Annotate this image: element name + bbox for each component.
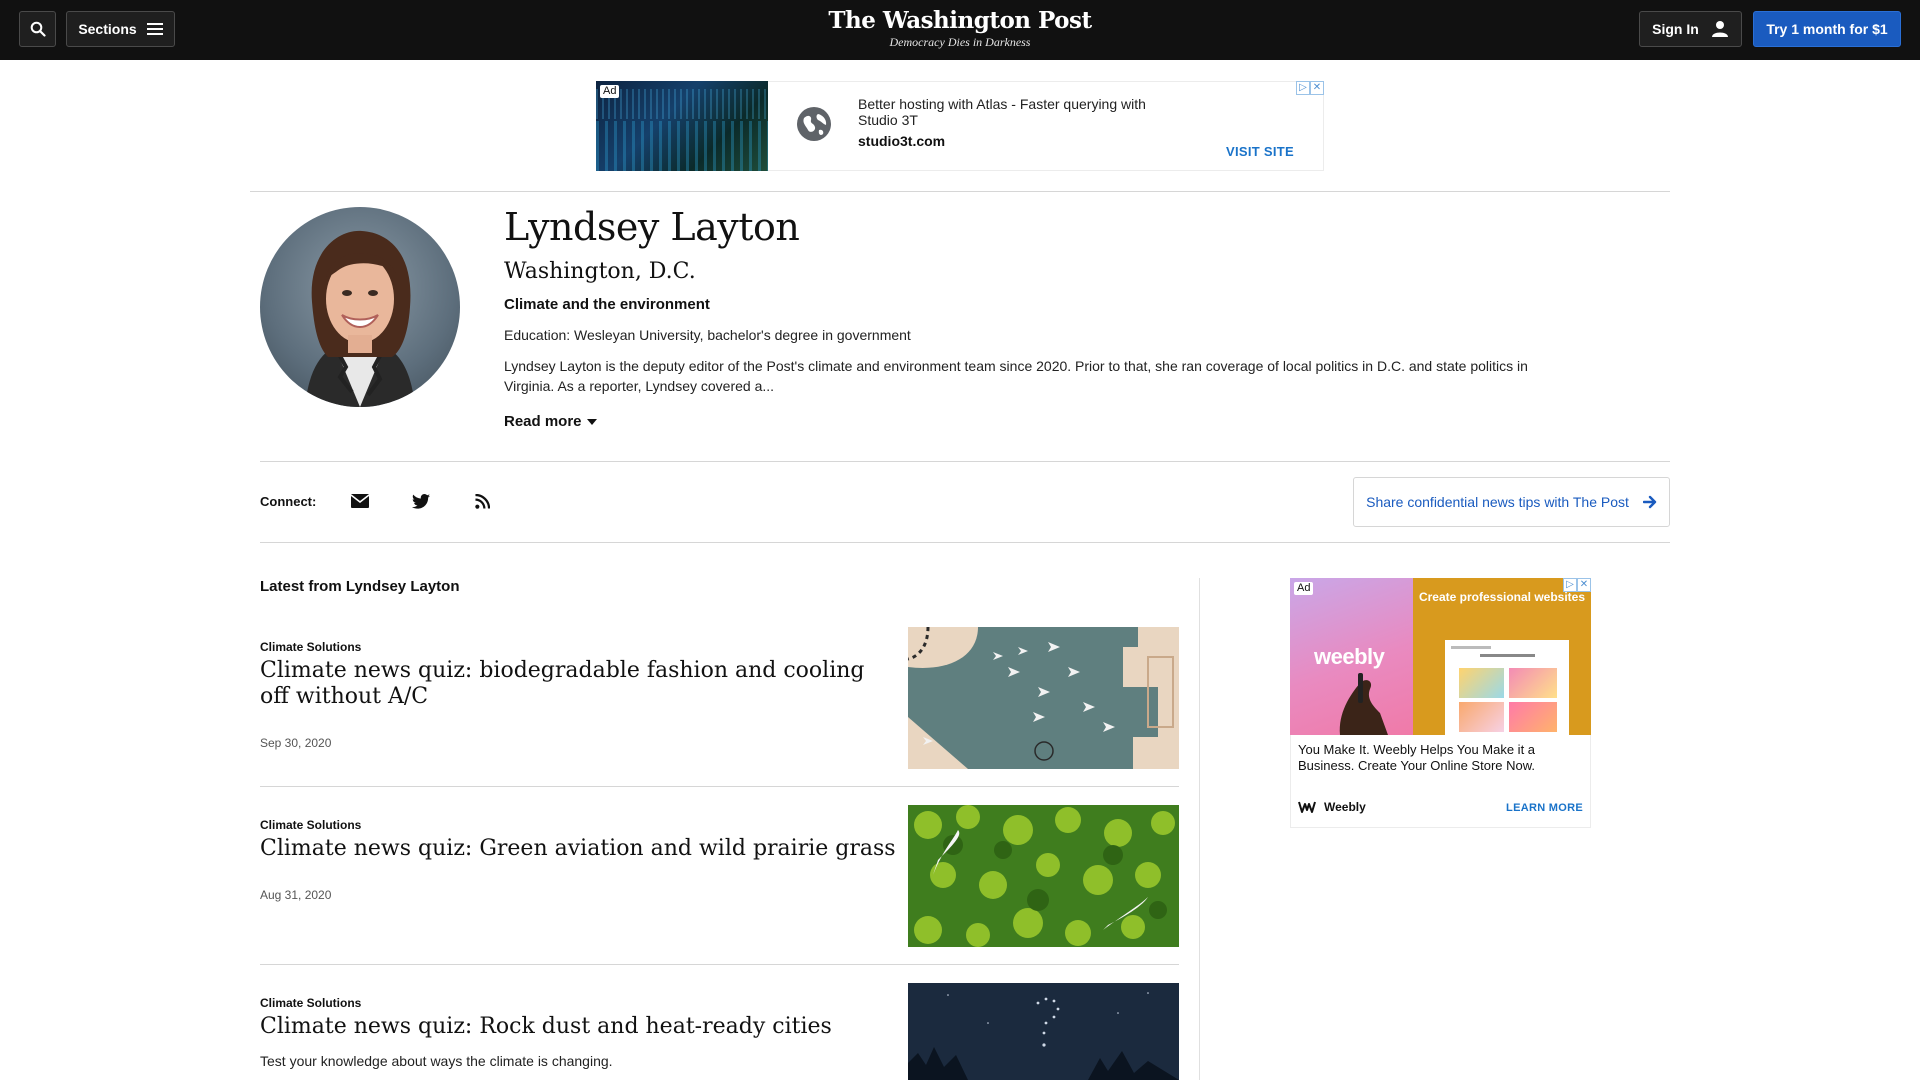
article-card[interactable]: Climate Solutions Climate news quiz: Roc… — [260, 983, 1179, 1080]
article-title[interactable]: Climate news quiz: Green aviation and wi… — [260, 836, 900, 862]
author-location: Washington, D.C. — [504, 259, 696, 284]
weebly-logo-icon — [1298, 801, 1316, 813]
article-card[interactable]: Climate Solutions Climate news quiz: Gre… — [260, 805, 1179, 964]
logo-title: The Washington Post — [828, 7, 1092, 34]
article-thumbnail[interactable] — [908, 983, 1179, 1080]
caret-down-icon — [586, 418, 597, 425]
article-card[interactable]: Climate Solutions Climate news quiz: bio… — [260, 627, 1179, 786]
news-tips-button[interactable]: Share confidential news tips with The Po… — [1353, 477, 1670, 527]
article-kicker[interactable]: Climate Solutions — [260, 996, 361, 1010]
weebly-wordmark: weebly — [1314, 644, 1385, 669]
adchoices-controls[interactable]: ▷ ✕ — [1563, 578, 1591, 592]
ad-headline: Better hosting with Atlas - Faster query… — [858, 96, 1146, 128]
email-icon — [351, 494, 369, 508]
subscribe-button[interactable]: Try 1 month for $1 — [1753, 11, 1901, 47]
rss-icon — [474, 493, 490, 509]
article-description: Test your knowledge about ways the clima… — [260, 1053, 613, 1069]
author-name: Lyndsey Layton — [504, 205, 800, 249]
close-ad-icon[interactable]: ✕ — [1577, 578, 1591, 592]
top-navigation-bar: Sections The Washington Post Democracy D… — [0, 0, 1920, 60]
hand-image — [1339, 673, 1388, 735]
column-divider — [1199, 578, 1200, 1080]
website-preview-image — [1445, 640, 1569, 735]
close-ad-icon[interactable]: ✕ — [1310, 81, 1324, 95]
ad-learn-more-button[interactable]: LEARN MORE — [1506, 802, 1583, 814]
subscribe-label: Try 1 month for $1 — [1766, 21, 1888, 37]
site-logo[interactable]: The Washington Post Democracy Dies in Da… — [0, 7, 1920, 49]
sidebar-ad[interactable]: Ad weebly Create professional websites ▷… — [1290, 578, 1591, 828]
ad-copy: You Make It. Weebly Helps You Make it a … — [1298, 742, 1536, 773]
author-portrait-image — [305, 230, 415, 407]
ad-visit-site-button[interactable]: VISIT SITE — [1226, 144, 1294, 159]
article-title[interactable]: Climate news quiz: Rock dust and heat-re… — [260, 1014, 880, 1040]
article-kicker[interactable]: Climate Solutions — [260, 640, 361, 654]
author-beat: Climate and the environment — [504, 296, 710, 313]
article-thumbnail[interactable] — [908, 627, 1179, 769]
logo-tagline: Democracy Dies in Darkness — [889, 35, 1031, 49]
adchoices-icon[interactable]: ▷ — [1296, 81, 1310, 95]
article-title[interactable]: Climate news quiz: biodegradable fashion… — [260, 658, 880, 710]
ad-headline: Create professional websites — [1418, 590, 1586, 604]
ad-brand-name: Weebly — [1324, 800, 1366, 814]
article-kicker[interactable]: Climate Solutions — [260, 818, 361, 832]
article-date: Sep 30, 2020 — [260, 736, 332, 750]
article-divider — [260, 786, 1179, 787]
ad-badge: Ad — [600, 85, 620, 98]
author-education: Education: Wesleyan University, bachelor… — [504, 327, 911, 343]
arrow-right-icon — [1642, 495, 1657, 509]
adchoices-controls[interactable]: ▷ ✕ — [1296, 81, 1324, 95]
read-more-label: Read more — [504, 413, 582, 430]
read-more-button[interactable]: Read more — [504, 413, 597, 430]
email-link[interactable] — [349, 490, 371, 512]
adchoices-icon[interactable]: ▷ — [1563, 578, 1577, 592]
latest-section-title: Latest from Lyndsey Layton — [260, 578, 460, 595]
divider — [250, 191, 1670, 192]
twitter-icon — [412, 493, 430, 509]
news-tips-label: Share confidential news tips with The Po… — [1366, 494, 1629, 510]
ad-image: Ad — [596, 81, 768, 171]
divider — [260, 542, 1670, 543]
sign-in-label: Sign In — [1652, 21, 1699, 37]
author-avatar — [260, 207, 460, 407]
connect-label: Connect: — [260, 494, 317, 509]
ad-badge: Ad — [1294, 582, 1314, 595]
twitter-link[interactable] — [410, 490, 432, 512]
article-divider — [260, 964, 1179, 965]
author-bio: Lyndsey Layton is the deputy editor of t… — [504, 358, 1528, 394]
sign-in-button[interactable]: Sign In — [1639, 11, 1742, 47]
top-banner-ad[interactable]: Ad Better hosting with Atlas - Faster qu… — [596, 81, 1324, 171]
rss-link[interactable] — [471, 490, 493, 512]
divider — [260, 461, 1670, 462]
user-icon — [1711, 21, 1728, 37]
ad-image: Ad weebly Create professional websites ▷… — [1290, 578, 1591, 735]
article-date: Aug 31, 2020 — [260, 888, 332, 902]
article-thumbnail[interactable] — [908, 805, 1179, 947]
ad-url: studio3t.com — [858, 133, 946, 149]
ad-brand: Weebly — [1298, 800, 1366, 814]
globe-icon — [797, 107, 831, 141]
